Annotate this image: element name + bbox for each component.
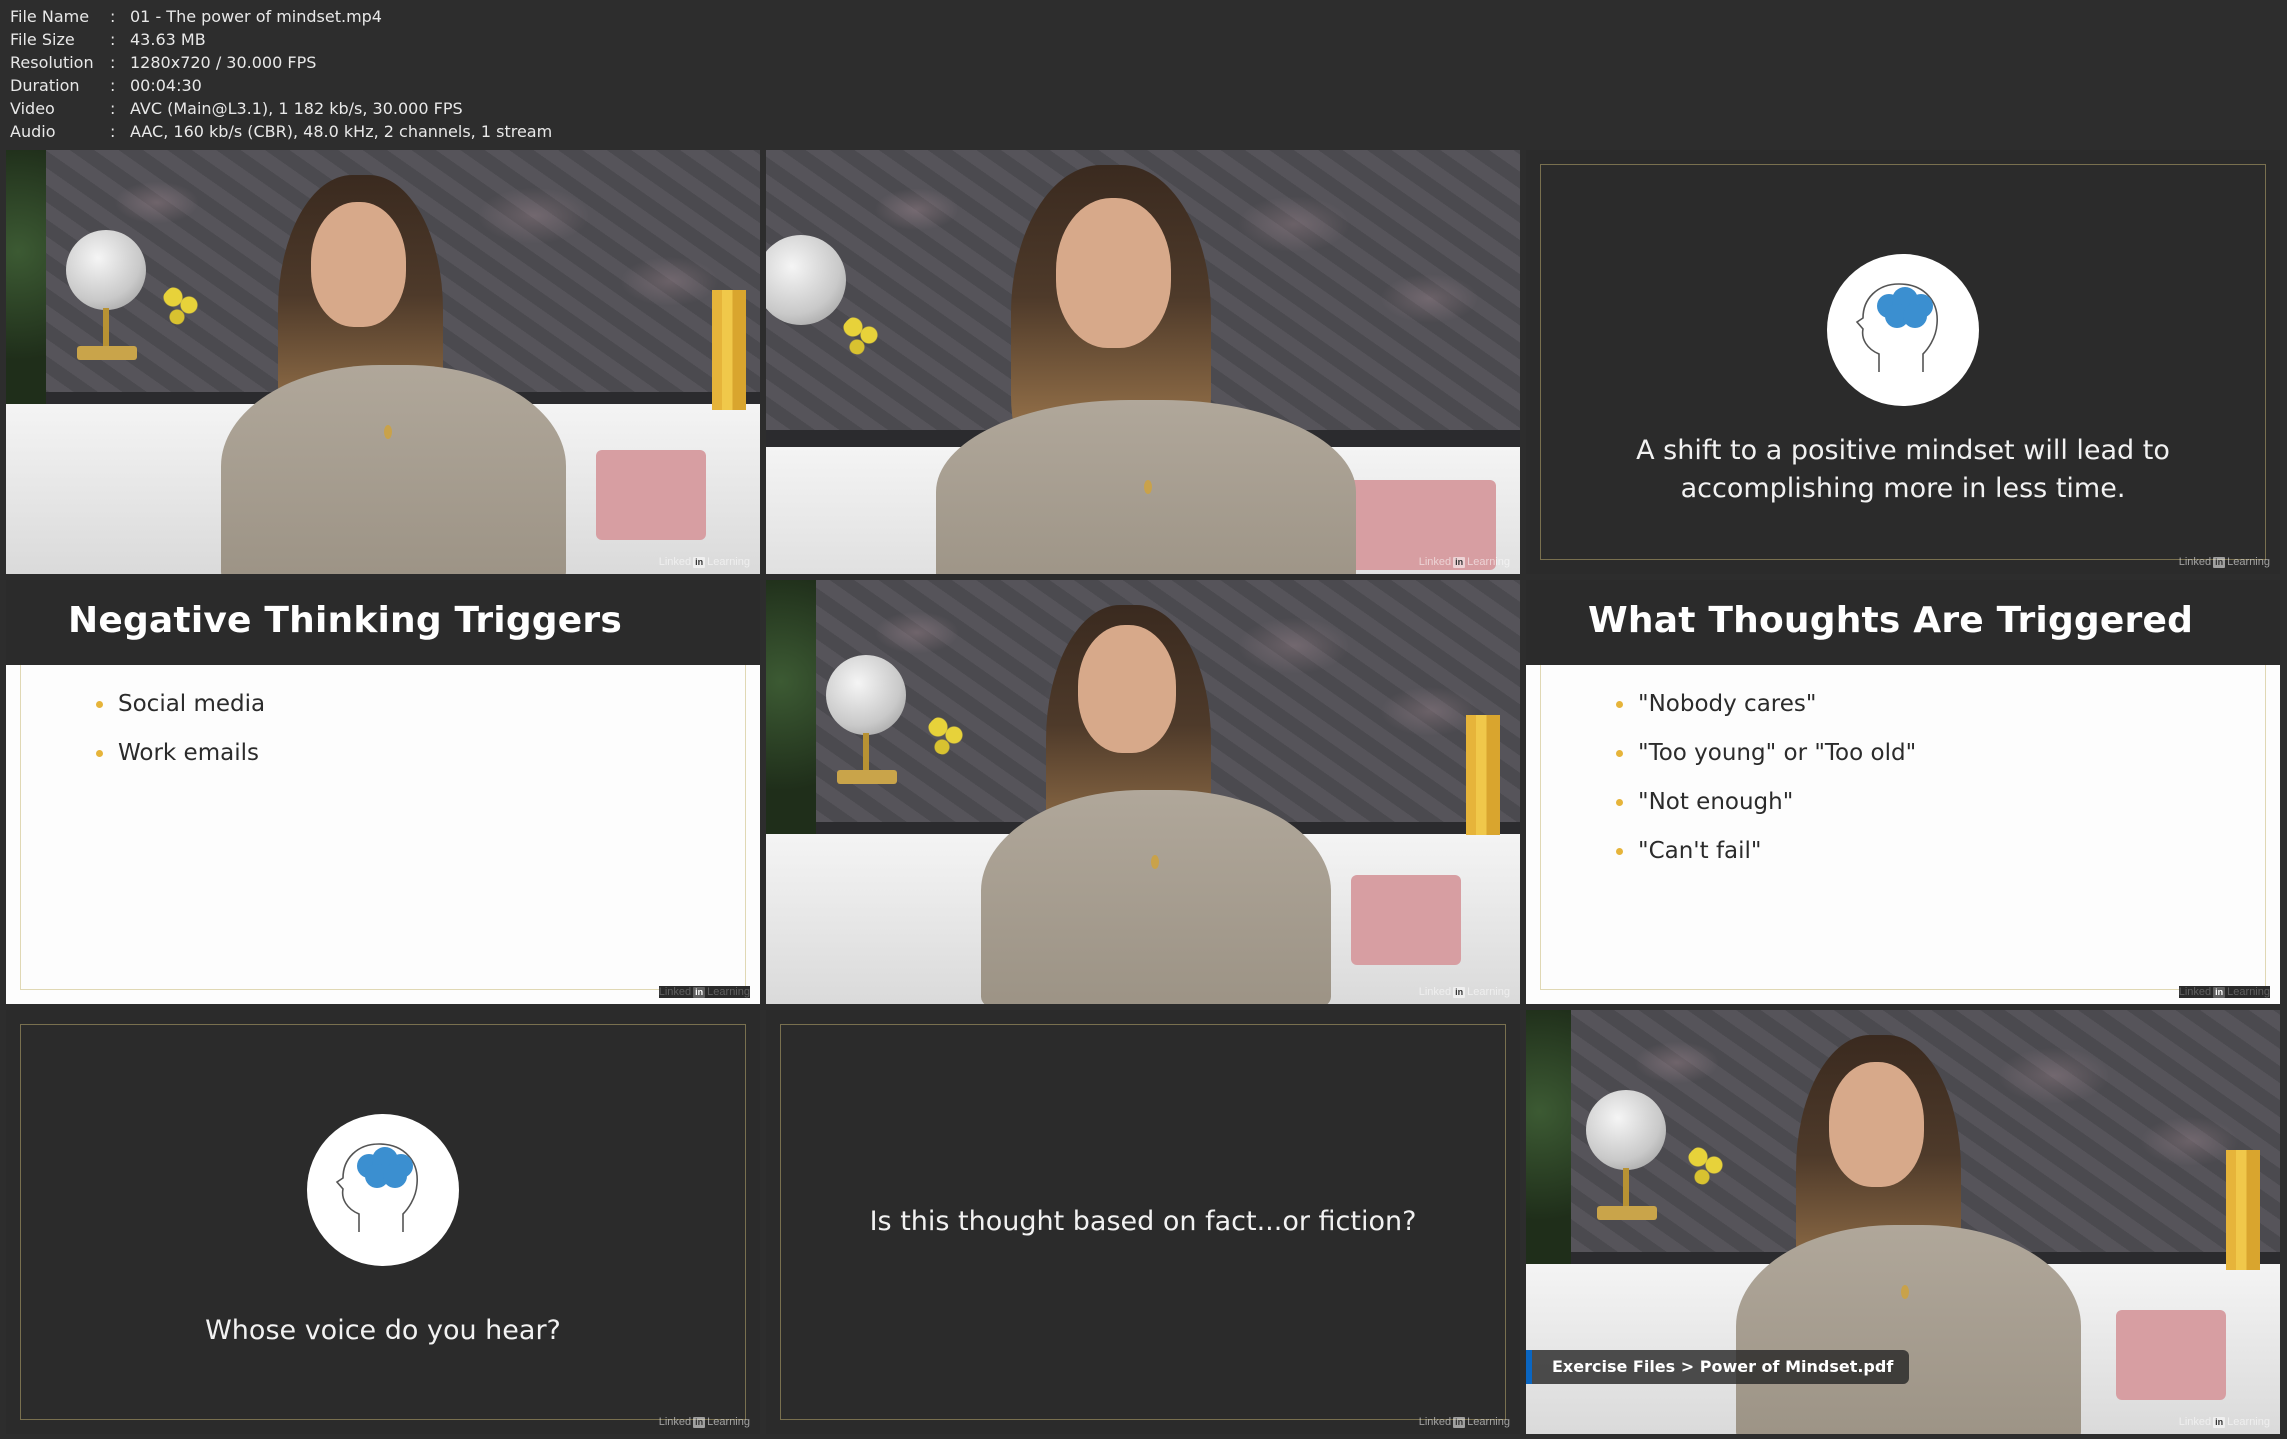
linkedin-learning-watermark: Linked in Learning <box>2178 1416 2270 1428</box>
globe-decor <box>66 230 146 310</box>
file-info-panel: File Name:01 - The power of mindset.mp4 … <box>10 5 552 143</box>
audio-row: Audio: AAC, 160 kb/s (CBR), 48.0 kHz, 2 c… <box>10 122 553 141</box>
file-size-value: 43.63 MB <box>130 30 206 49</box>
linkedin-learning-watermark: Linked in Learning <box>2178 556 2270 568</box>
chair-decor <box>596 450 706 540</box>
duration-value: 00:04:30 <box>130 76 202 95</box>
books-decor <box>1466 715 1500 835</box>
linkedin-learning-watermark: Linked in Learning <box>1418 556 1510 568</box>
head-brain-icon <box>1827 254 1979 406</box>
video-row: Video: AVC (Main@L3.1), 1 182 kb/s, 30.00… <box>10 99 463 118</box>
slide-thoughts-triggered[interactable]: What Thoughts Are Triggered "Nobody care… <box>1526 580 2280 1004</box>
file-name-row: File Name:01 - The power of mindset.mp4 <box>10 7 382 26</box>
resolution-value: 1280x720 / 30.000 FPS <box>130 53 317 72</box>
slide-text: Is this thought based on fact...or ficti… <box>869 1206 1417 1237</box>
bullet-list: Social media Work emails <box>96 680 265 778</box>
video-value: AVC (Main@L3.1), 1 182 kb/s, 30.000 FPS <box>130 99 463 118</box>
slide-positive-mindset[interactable]: A shift to a positive mindset will lead … <box>1526 150 2280 574</box>
linkedin-learning-watermark: Linked in Learning <box>1418 986 1510 998</box>
duration-row: Duration:00:04:30 <box>10 76 202 95</box>
chair-decor <box>2116 1310 2226 1400</box>
audio-value: AAC, 160 kb/s (CBR), 48.0 kHz, 2 channel… <box>130 122 553 141</box>
slide-text-line1: A shift to a positive mindset will lead … <box>1636 435 2170 466</box>
resolution-row: Resolution:1280x720 / 30.000 FPS <box>10 53 317 72</box>
slide-whose-voice[interactable]: Whose voice do you hear? Linked in Learnin… <box>6 1010 760 1434</box>
list-item: Work emails <box>96 729 265 778</box>
globe-decor <box>826 655 906 735</box>
exercise-files-caption: Exercise Files > Power of Mindset.pdf <box>1526 1350 1910 1384</box>
thumbnail-grid: LinkedinLearning LinkedinLearning A <box>6 150 2281 1435</box>
chair-decor <box>1351 875 1461 965</box>
list-item: "Nobody cares" <box>1616 680 1916 729</box>
file-name-value: 01 - The power of mindset.mp4 <box>130 7 382 26</box>
globe-decor <box>1586 1090 1666 1170</box>
books-decor <box>712 290 746 410</box>
slide-negative-triggers[interactable]: Negative Thinking Triggers Social media … <box>6 580 760 1004</box>
list-item: "Can't fail" <box>1616 827 1916 876</box>
bullet-list: "Nobody cares" "Too young" or "Too old" … <box>1616 680 1916 876</box>
books-decor <box>2226 1150 2260 1270</box>
thumbnail-presenter-2[interactable]: Linked in Learning <box>766 150 1520 574</box>
slide-text-line2: accomplishing more in less time. <box>1680 473 2126 504</box>
slide-text: Whose voice do you hear? <box>205 1315 561 1346</box>
file-size-row: File Size:43.63 MB <box>10 30 206 49</box>
linkedin-learning-watermark: Linked in Learning <box>2178 986 2270 998</box>
linkedin-learning-watermark: Linked in Learning <box>1418 1416 1510 1428</box>
head-brain-icon <box>307 1114 459 1266</box>
slide-title: What Thoughts Are Triggered <box>1588 600 2194 641</box>
list-item: Social media <box>96 680 265 729</box>
list-item: "Too young" or "Too old" <box>1616 729 1916 778</box>
plant-decor <box>6 150 46 405</box>
linkedin-learning-watermark: Linked in Learning <box>658 1416 750 1428</box>
thumbnail-presenter-1[interactable]: Linked in Learning <box>6 150 760 574</box>
thumbnail-presenter-4[interactable]: Exercise Files > Power of Mindset.pdf Li… <box>1526 1010 2280 1434</box>
thumbnail-presenter-3[interactable]: Linked in Learning <box>766 580 1520 1004</box>
slide-fact-or-fiction[interactable]: Is this thought based on fact...or ficti… <box>766 1010 1520 1434</box>
linkedin-learning-watermark: Linked in Learning <box>658 556 750 568</box>
linkedin-learning-watermark: Linked in Learning <box>658 986 750 998</box>
list-item: "Not enough" <box>1616 778 1916 827</box>
slide-title: Negative Thinking Triggers <box>68 600 622 641</box>
